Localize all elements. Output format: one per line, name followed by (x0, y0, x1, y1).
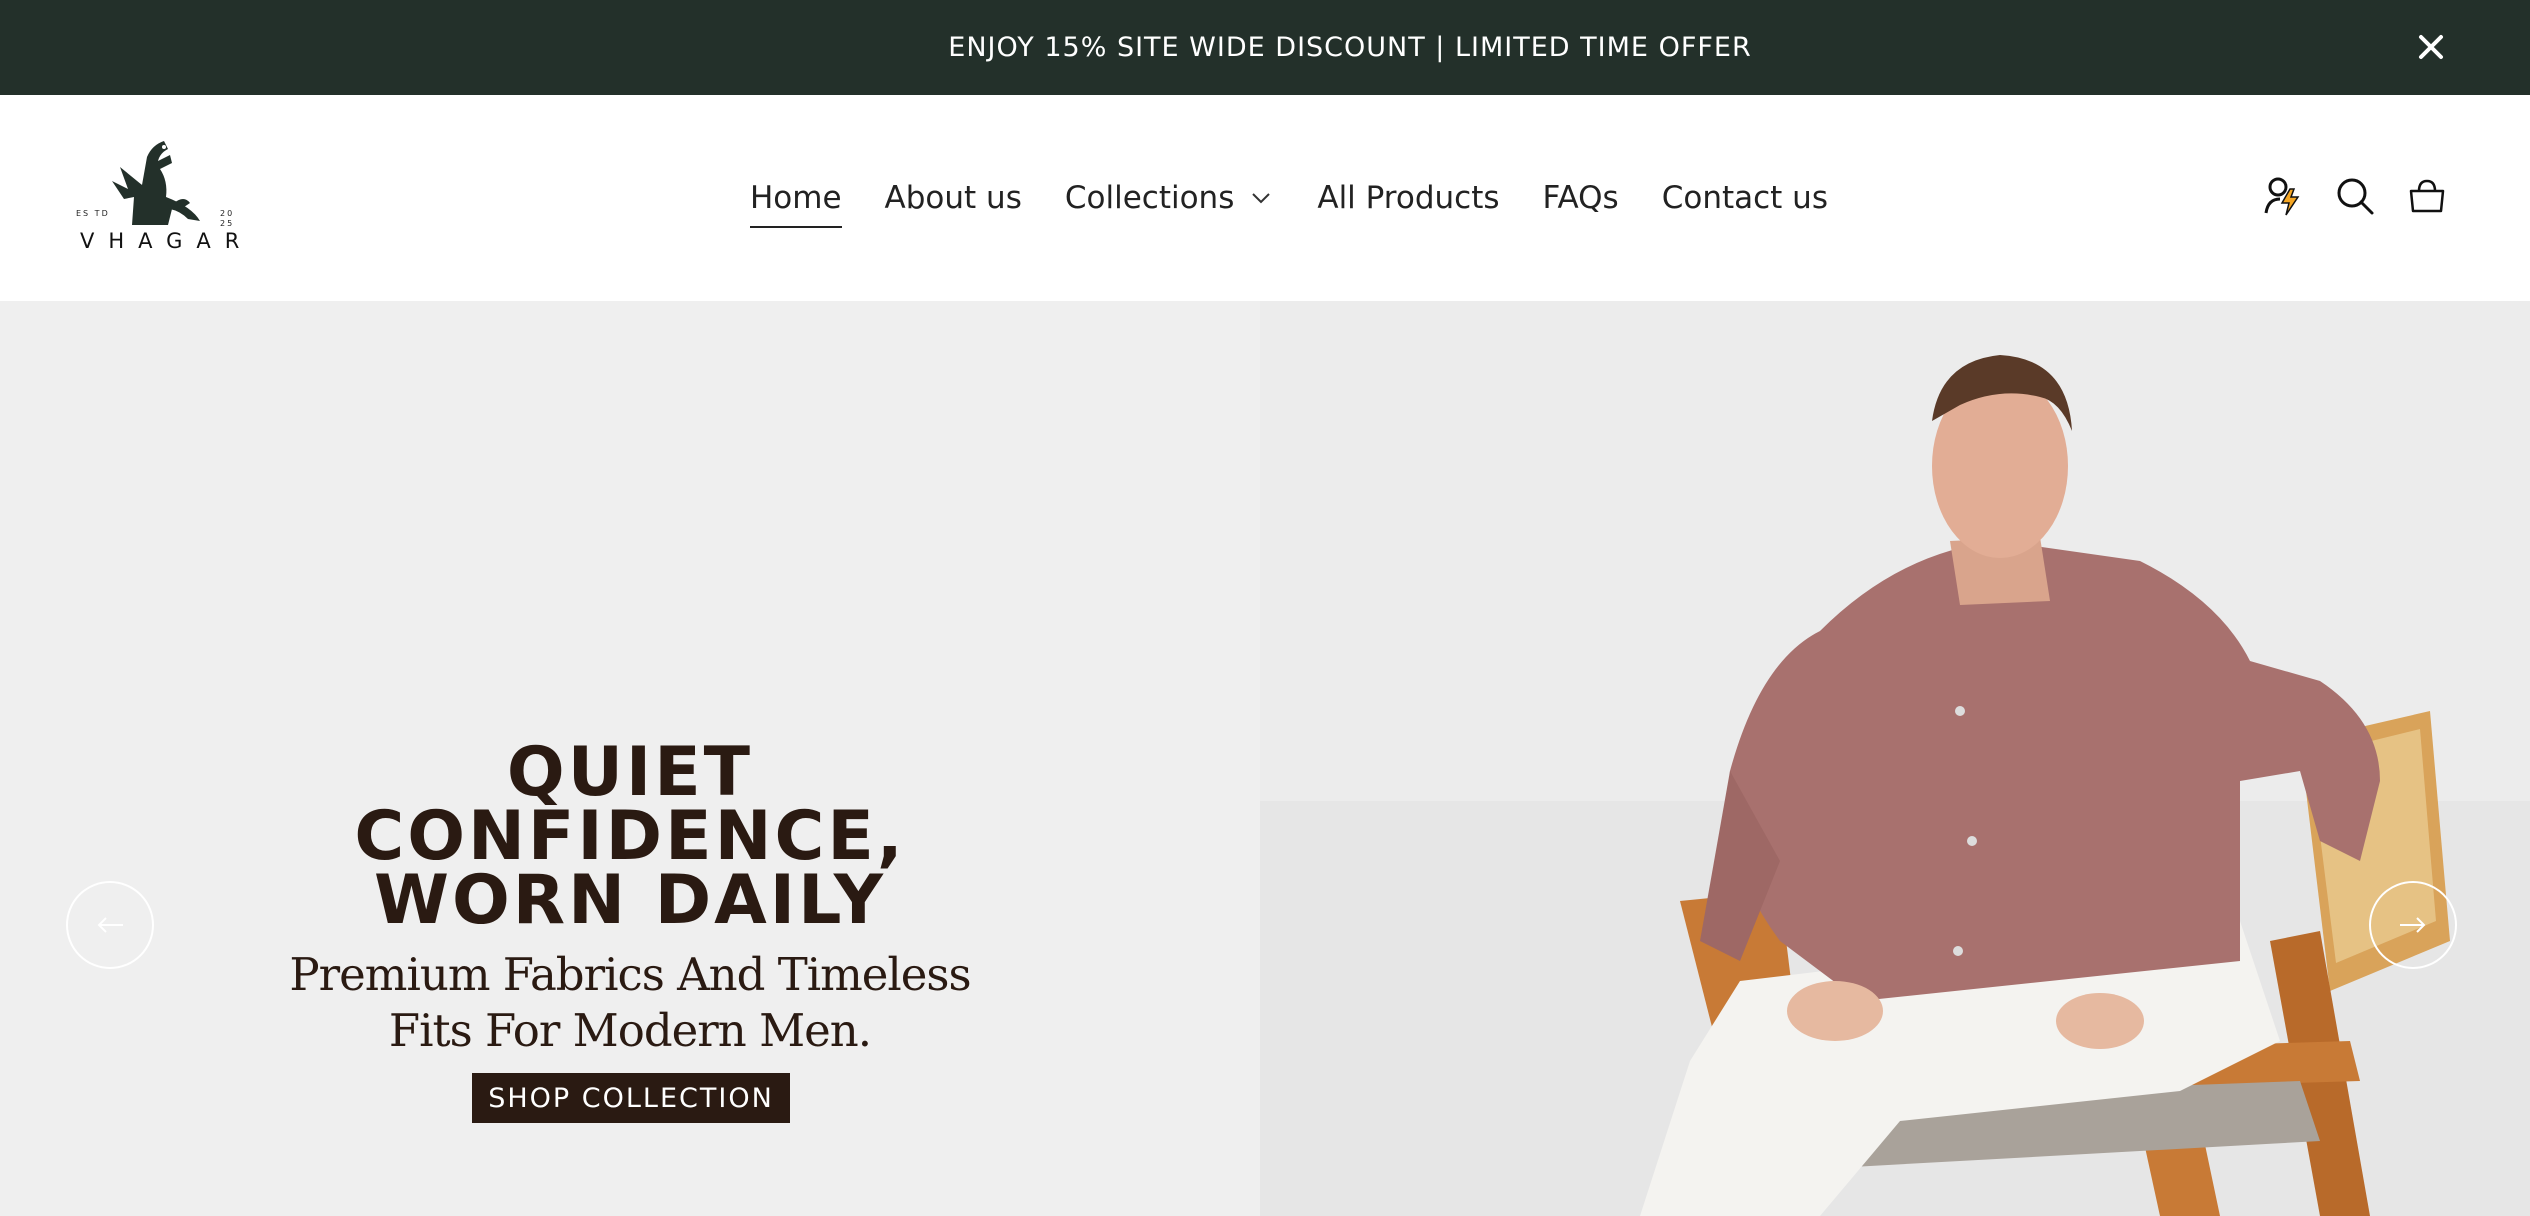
close-announcement-button[interactable] (2410, 26, 2452, 68)
site-header: ES TD 20 25 VHAGAR Home About us Collect… (0, 95, 2530, 301)
close-icon (2419, 35, 2443, 59)
hero-subtitle-line: Fits For Modern Men. (388, 1004, 872, 1057)
announcement-bar: ENJOY 15% SITE WIDE DISCOUNT | LIMITED T… (0, 0, 2530, 95)
search-button[interactable] (2334, 175, 2376, 217)
logo-est-label: ES TD (76, 209, 110, 218)
hero-headline-line: WORN DAILY (373, 861, 887, 940)
nav-item-about[interactable]: About us (885, 180, 1022, 216)
header-actions (2262, 175, 2448, 217)
slider-next-button[interactable] (2369, 881, 2457, 969)
nav-item-faqs[interactable]: FAQs (1543, 180, 1619, 216)
account-bolt-icon (2264, 177, 2300, 216)
cart-bag-icon (2409, 179, 2445, 213)
logo-year-label: 20 25 (220, 209, 235, 228)
announcement-text: ENJOY 15% SITE WIDE DISCOUNT | LIMITED T… (948, 32, 1752, 63)
slider-prev-button[interactable] (66, 881, 154, 969)
account-button[interactable] (2262, 175, 2304, 217)
nav-item-label: All Products (1317, 180, 1500, 216)
brand-logo[interactable]: ES TD 20 25 VHAGAR (72, 137, 242, 257)
main-nav: Home About us Collections All Products F… (750, 95, 1871, 301)
hero-headline-line: QUIET CONFIDENCE, (354, 733, 906, 876)
hero-model-image (1260, 301, 2530, 1216)
search-icon (2337, 178, 2374, 215)
nav-item-all-products[interactable]: All Products (1317, 180, 1499, 216)
hero-subtitle: Premium Fabrics And Timeless Fits For Mo… (230, 947, 1030, 1059)
arrow-left-icon (97, 917, 123, 933)
hero-copy: QUIET CONFIDENCE, WORN DAILY Premium Fab… (230, 733, 1030, 1059)
nav-item-label: Collections (1064, 180, 1235, 216)
nav-item-label: About us (884, 180, 1022, 216)
hero-subtitle-line: Premium Fabrics And Timeless (289, 948, 971, 1001)
arrow-right-icon (2400, 917, 2426, 933)
cart-button[interactable] (2406, 175, 2448, 217)
hero-headline: QUIET CONFIDENCE, WORN DAILY (230, 733, 1030, 940)
hero-banner: QUIET CONFIDENCE, WORN DAILY Premium Fab… (0, 301, 2530, 1216)
nav-item-label: FAQs (1542, 180, 1619, 216)
shop-collection-button[interactable]: SHOP COLLECTION (472, 1073, 790, 1123)
chevron-down-icon (1248, 185, 1274, 211)
nav-item-home[interactable]: Home (750, 180, 842, 228)
nav-item-contact[interactable]: Contact us (1662, 180, 1828, 216)
nav-item-collections[interactable]: Collections (1065, 180, 1275, 216)
nav-item-label: Home (750, 180, 842, 216)
brand-name: VHAGAR (80, 229, 254, 253)
nav-item-label: Contact us (1661, 180, 1828, 216)
